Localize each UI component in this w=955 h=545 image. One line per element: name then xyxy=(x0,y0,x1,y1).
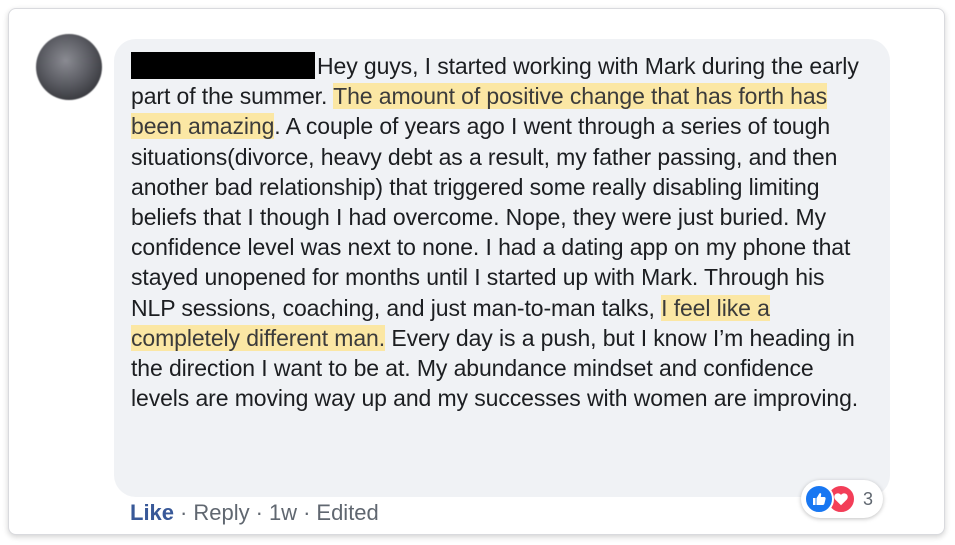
like-button[interactable]: Like xyxy=(130,500,174,526)
avatar[interactable] xyxy=(36,34,102,100)
comment-card: Hey guys, I started working with Mark du… xyxy=(8,8,945,535)
comment-text: Hey guys, I started working with Mark du… xyxy=(131,51,874,413)
edited-label[interactable]: Edited xyxy=(316,500,378,526)
separator: · xyxy=(180,500,188,525)
reaction-count: 3 xyxy=(863,488,874,509)
comment-bubble: Hey guys, I started working with Mark du… xyxy=(114,39,890,497)
timestamp-link[interactable]: 1w xyxy=(269,500,297,526)
comment-text-segment: . A couple of years ago I went through a… xyxy=(131,113,851,321)
redacted-author-name xyxy=(131,52,315,79)
separator: · xyxy=(303,500,311,525)
comment-actions: Like · Reply · 1w · Edited xyxy=(130,498,379,528)
reactions-summary[interactable]: 3 xyxy=(801,480,884,518)
separator: · xyxy=(255,500,263,525)
reply-button[interactable]: Reply xyxy=(193,500,249,526)
thumbs-up-icon xyxy=(804,484,834,514)
